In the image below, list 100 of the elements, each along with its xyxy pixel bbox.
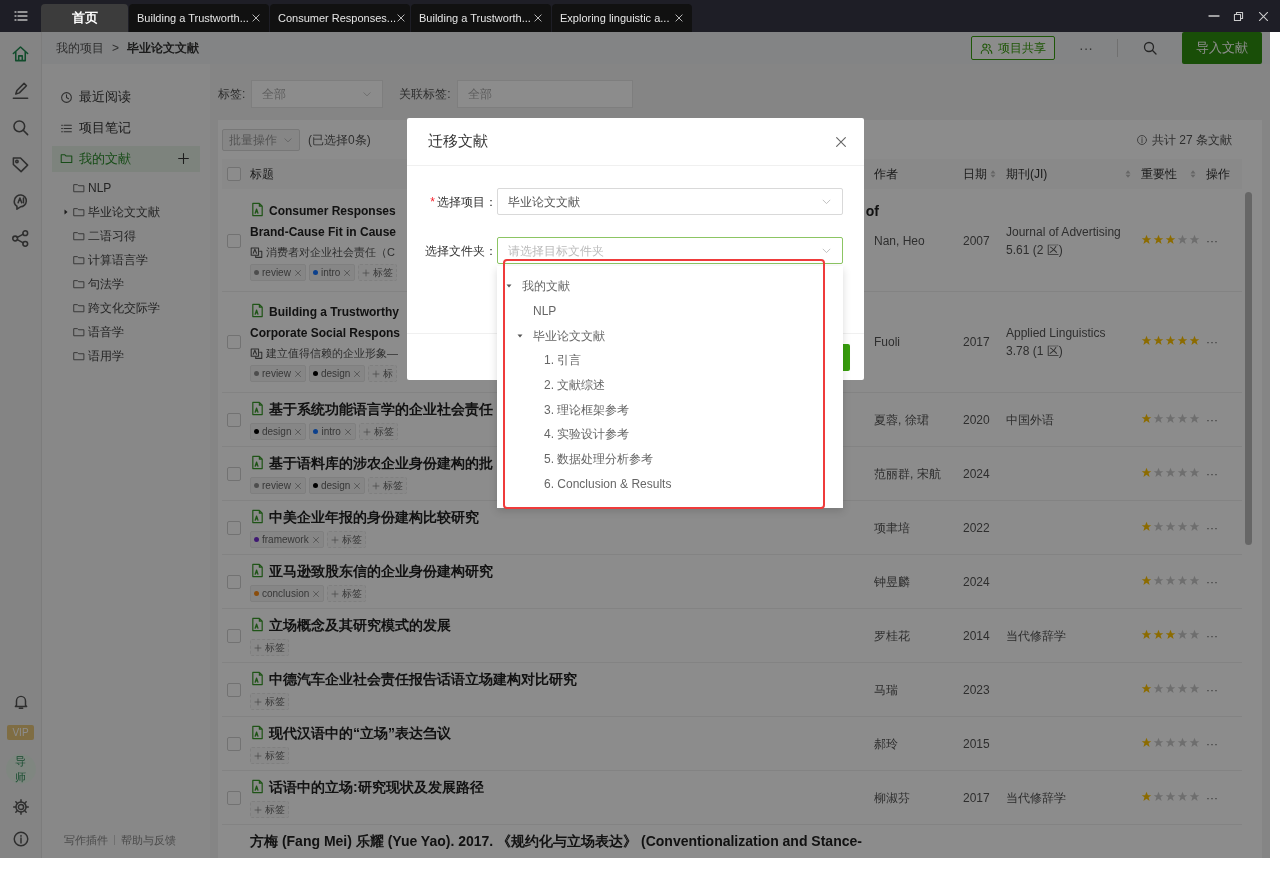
tree-item[interactable]: 1. 引言 [497, 348, 843, 373]
column-header[interactable]: 标题 [250, 165, 274, 184]
column-header[interactable]: 期刊(JI) [1006, 165, 1048, 184]
tag-chip[interactable]: design [308, 365, 366, 382]
select-all-checkbox[interactable] [227, 167, 241, 182]
star-rating[interactable] [1141, 682, 1200, 694]
sidebar-item[interactable]: 我的文献 [52, 145, 200, 173]
row-checkbox[interactable] [227, 628, 241, 643]
paper-title[interactable]: 立场概念及其研究模式的发展 [269, 617, 451, 633]
paper-title[interactable]: 中德汽车企业社会责任报告话语立场建构对比研究 [269, 671, 577, 687]
mentor-button[interactable]: 导师 [5, 754, 36, 784]
import-button[interactable]: 导入文献 [1182, 32, 1262, 64]
browser-tab[interactable]: Building a Trustworth... [129, 4, 269, 32]
star-rating[interactable] [1141, 234, 1200, 245]
star-rating[interactable] [1141, 628, 1200, 640]
paper-title-fragment[interactable]: Brand-Cause Fit in Cause [250, 225, 397, 239]
browser-tab[interactable]: Building a Trustworth... [411, 4, 551, 32]
star-rating[interactable] [1141, 736, 1200, 748]
more-button[interactable]: ··· [1206, 333, 1218, 351]
scrollbar-thumb[interactable] [1244, 192, 1252, 545]
star-rating[interactable] [1141, 335, 1200, 346]
tree-item[interactable]: 毕业论文文献 [497, 323, 843, 349]
star-rating[interactable] [1141, 790, 1200, 802]
pen-button[interactable] [11, 81, 30, 100]
more-button[interactable]: ··· [1206, 464, 1218, 483]
tree-item[interactable]: 6. Conclusion & Results [497, 471, 843, 497]
folder-item[interactable]: NLP [52, 176, 200, 201]
star-rating[interactable] [1141, 412, 1200, 424]
folder-item[interactable]: 毕业论文文献 [52, 200, 200, 225]
add-tag-button[interactable]: 标签 [250, 747, 289, 764]
folder-item[interactable]: 计算语言学 [52, 248, 200, 273]
tree-item[interactable]: 我的文献 [497, 274, 843, 299]
tag-chip[interactable]: intro [309, 423, 356, 440]
row-checkbox[interactable] [227, 574, 241, 589]
paper-title[interactable]: 亚马逊致股东信的企业身份建构研究 [269, 563, 493, 579]
tree-item[interactable]: 5. 数据处理分析参考 [497, 446, 843, 472]
tree-item[interactable]: 2. 文献综述 [497, 372, 843, 398]
tag-chip[interactable]: review [250, 365, 306, 382]
paper-title-fragment[interactable]: Building a Trustworthy [269, 305, 399, 319]
breadcrumb-item[interactable]: 我的项目 [56, 39, 104, 57]
sidebar-item[interactable]: 最近阅读 [52, 84, 200, 111]
more-button[interactable]: ··· [1206, 410, 1218, 429]
column-header[interactable]: 日期 [963, 165, 987, 184]
tag-button[interactable] [11, 155, 30, 174]
select-field[interactable]: 毕业论文文献 [497, 188, 843, 215]
browser-tab[interactable]: Consumer Responses... [270, 4, 410, 32]
more-button[interactable]: ··· [1206, 232, 1218, 250]
column-header[interactable]: 作者 [874, 165, 898, 184]
home-button[interactable] [11, 44, 30, 63]
share-button[interactable]: 项目共享 [971, 36, 1055, 60]
browser-tab[interactable]: Exploring linguistic a... [552, 4, 692, 32]
sidebar-item[interactable]: 项目笔记 [52, 114, 200, 142]
more-button[interactable]: ··· [1206, 680, 1218, 699]
tag-chip[interactable]: conclusion [250, 585, 325, 602]
add-tag-button[interactable]: 标 [368, 365, 398, 382]
tree-item[interactable]: NLP [497, 298, 843, 324]
row-checkbox[interactable] [227, 682, 241, 697]
more-button[interactable]: ··· [1079, 37, 1093, 59]
row-checkbox[interactable] [227, 520, 241, 535]
more-button[interactable]: ··· [1206, 518, 1218, 537]
column-header[interactable]: 操作 [1206, 165, 1230, 184]
tag-chip[interactable]: design [308, 477, 366, 494]
add-tag-button[interactable]: 标签 [250, 639, 289, 656]
tag-chip[interactable]: review [250, 477, 306, 494]
tag-chip[interactable]: intro [308, 264, 356, 281]
chat-bubble-button[interactable] [11, 192, 30, 211]
folder-item[interactable]: 句法学 [52, 272, 200, 297]
search-button[interactable] [11, 118, 30, 137]
add-tag-button[interactable]: 标签 [326, 531, 366, 548]
folder-item[interactable]: 语用学 [52, 344, 200, 369]
row-checkbox[interactable] [227, 466, 241, 481]
paper-title[interactable]: 基于系统功能语言学的企业社会责任 [269, 401, 493, 417]
more-button[interactable]: ··· [1206, 788, 1218, 807]
add-tag-button[interactable]: 标签 [327, 585, 367, 602]
close-button[interactable] [834, 134, 848, 149]
star-rating[interactable] [1141, 574, 1200, 586]
folder-item[interactable]: 二语习得 [52, 224, 200, 249]
add-tag-button[interactable]: 标签 [250, 693, 289, 710]
more-button[interactable]: ··· [1206, 734, 1218, 753]
row-checkbox[interactable] [227, 790, 241, 805]
paper-title[interactable]: 中美企业年报的身份建构比较研究 [269, 509, 479, 525]
browser-tab[interactable]: 首页 [41, 4, 128, 32]
folder-item[interactable]: 语音学 [52, 320, 200, 345]
restore-button[interactable] [1232, 9, 1245, 23]
close-button[interactable] [1257, 9, 1270, 23]
folder-item[interactable]: 跨文化交际学 [52, 296, 200, 321]
minimize-button[interactable] [1208, 15, 1220, 17]
paper-title-fragment[interactable]: Corporate Social Respons [250, 326, 401, 340]
info-button[interactable] [11, 830, 30, 848]
row-checkbox[interactable] [227, 234, 241, 248]
more-button[interactable]: ··· [1206, 626, 1218, 645]
tag-chip[interactable]: review [250, 264, 306, 281]
tag-chip[interactable]: framework [250, 531, 324, 548]
paper-title-fragment[interactable]: Consumer Responses [269, 204, 396, 218]
add-tag-button[interactable]: 标签 [358, 264, 398, 281]
tag-chip[interactable]: design [250, 423, 307, 440]
search-button[interactable] [1142, 40, 1158, 56]
column-header[interactable]: 重要性 [1141, 165, 1177, 184]
star-rating[interactable] [1141, 466, 1200, 478]
tree-item[interactable]: 3. 理论框架参考 [497, 397, 843, 423]
